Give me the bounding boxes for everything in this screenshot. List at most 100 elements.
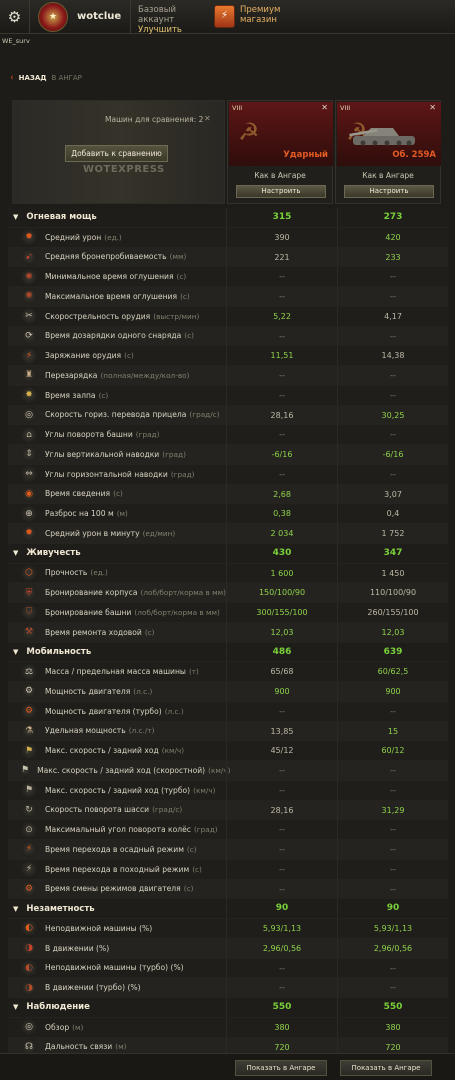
engine-power-icon: ⚙ xyxy=(21,683,37,700)
stat-label: Время залпа xyxy=(45,390,96,400)
stat-row: ♜ Перезарядка (полная/между/кол-во) -- -- xyxy=(8,366,448,386)
clan-emblem[interactable]: ★ xyxy=(38,1,68,32)
stat-row: ⛨ Бронирование корпуса (лоб/борт/корма в м… xyxy=(8,583,448,603)
rate-of-fire-icon: ✂ xyxy=(21,308,37,325)
stat-label: В движении (%) xyxy=(45,943,110,953)
stat-name-cell: ✸ Время залпа (с) xyxy=(8,386,226,405)
stat-value-2: -- xyxy=(337,978,448,997)
premium-shop-label-1: Премиум xyxy=(240,4,281,15)
hull-armor-icon: ⛨ xyxy=(21,584,37,601)
camo-moving-turbo-icon: ◑ xyxy=(21,979,37,996)
stat-row: ◐ Неподвижной машины (%) 5,93/1,13 5,93/1,1… xyxy=(8,919,448,939)
back-button[interactable]: ‹ НАЗАД В АНГАР xyxy=(10,73,82,83)
section-title: Незаметность xyxy=(26,903,95,914)
stat-unit: (лоб/борт/корма в мм) xyxy=(140,588,227,598)
stat-name-cell: ✺ Максимальное время оглушения (с) xyxy=(8,287,226,306)
stat-value-1: 2 034 xyxy=(226,524,337,543)
section-header[interactable]: ▼ Живучесть 430 347 xyxy=(8,543,448,564)
stat-value-1: 13,85 xyxy=(226,721,337,741)
gear-icon: ⚙ xyxy=(7,7,22,26)
account-status[interactable]: Базовый аккаунт Улучшить xyxy=(130,0,214,35)
stat-value-2: -- xyxy=(337,820,448,839)
stat-label: Удельная мощность xyxy=(45,726,126,736)
stat-name-cell: ⚖ Масса / предельная масса машины (т) xyxy=(8,662,226,681)
stat-label: Время дозарядки одного снаряда xyxy=(45,331,182,341)
stat-label: Разброс на 100 м xyxy=(45,509,114,519)
horizontal-aim-icon: ⇔ xyxy=(21,466,37,483)
stat-name-cell: ◑ В движении (%) xyxy=(8,939,226,958)
stat-label: Скорость гориз. перевода прицела xyxy=(45,410,187,420)
stat-row: ◑ В движении (%) 2,96/0,56 2,96/0,56 xyxy=(8,938,448,959)
stat-name-cell: ✹ Средний урон (ед.) xyxy=(8,228,226,247)
add-to-compare-button[interactable]: Добавить к сравнению xyxy=(65,145,168,162)
stat-label: Средняя бронепробиваемость xyxy=(45,252,167,262)
section-score-1: 90 xyxy=(226,899,337,918)
stat-value-2: -- xyxy=(337,879,448,899)
stat-value-2: 900 xyxy=(337,682,448,701)
hitpoints-icon: ⬡ xyxy=(21,564,37,581)
stat-label: Время сведения xyxy=(45,489,111,499)
stat-unit: (с) xyxy=(186,844,197,854)
chevron-down-icon: ▼ xyxy=(13,904,19,913)
camo-still-turbo-icon: ◐ xyxy=(21,959,37,976)
compare-count-value: 2 xyxy=(198,115,204,124)
stat-value-1: 2,96/0,56 xyxy=(226,938,337,958)
stat-name-cell: ◎ Скорость гориз. перевода прицела (град/с… xyxy=(8,406,226,425)
comparison-table: ▼ Огневая мощь 315 273 ✹ Средний урон (ед.) 390… xyxy=(8,208,448,1058)
show-in-hangar-button-1[interactable]: Показать в Ангаре xyxy=(235,1060,327,1076)
username[interactable]: wotclue xyxy=(77,11,130,22)
turret-armor-icon: ⛉ xyxy=(21,604,37,621)
speed-icon: ⚑ xyxy=(21,742,37,759)
stat-row: ✺ Минимальное время оглушения (с) -- -- xyxy=(8,267,448,287)
stat-row: ⊕ Разброс на 100 м (м) 0,38 0,4 xyxy=(8,504,448,524)
section-header[interactable]: ▼ Мобильность 486 639 xyxy=(8,642,448,663)
stat-unit: (т) xyxy=(188,667,199,677)
upgrade-link[interactable]: Улучшить xyxy=(138,25,214,35)
stat-value-2: -- xyxy=(337,385,448,405)
stat-name-cell: ◑ В движении (турбо) (%) xyxy=(8,978,226,997)
configure-button[interactable]: Настроить xyxy=(344,185,434,198)
section-title: Живучесть xyxy=(26,548,81,559)
section-score-2: 347 xyxy=(337,543,448,563)
chevron-down-icon: ▼ xyxy=(13,1003,19,1012)
premium-shop-button[interactable]: ⚡ Премиум магазин xyxy=(214,0,280,34)
remove-vehicle-icon[interactable]: ✕ xyxy=(429,103,436,112)
stat-value-1: 300/155/100 xyxy=(226,603,337,622)
stat-name-cell: ↻ Скорость поворота шасси (град/с) xyxy=(8,801,226,820)
section-header[interactable]: ▼ Наблюдение 550 550 xyxy=(8,998,448,1018)
stat-unit: (л.с./т) xyxy=(128,726,155,736)
section-title-cell: ▼ Наблюдение xyxy=(8,998,226,1017)
clear-compare-icon[interactable]: ✕ xyxy=(204,114,211,123)
stat-unit: (м) xyxy=(72,1022,84,1032)
stat-label: Время перехода в осадный режим xyxy=(45,844,184,854)
stat-label: Время ремонта ходовой xyxy=(45,627,142,637)
stat-name-cell: ◐ Неподвижной машины (турбо) (%) xyxy=(8,959,226,978)
stat-value-1: 12,03 xyxy=(226,622,337,642)
stat-row: ⚒ Время ремонта ходовой (с) 12,03 12,03 xyxy=(8,622,448,643)
repair-icon: ⚒ xyxy=(21,624,37,641)
stat-label: Скорость поворота шасси xyxy=(45,805,150,815)
section-score-1: 486 xyxy=(226,642,337,662)
section-title-cell: ▼ Мобильность xyxy=(8,643,226,662)
settings-button[interactable]: ⚙ xyxy=(0,0,30,34)
stat-name-cell: ⚙ Мощность двигателя (турбо) (л.с.) xyxy=(8,702,226,721)
stat-value-1: -- xyxy=(226,701,337,721)
stat-value-2: 30,25 xyxy=(337,405,448,425)
reload-icon: ⚡ xyxy=(21,347,37,364)
stat-name-cell: ♜ Перезарядка (полная/между/кол-во) xyxy=(8,366,226,385)
stat-value-1: -- xyxy=(226,761,337,780)
turret-angle-icon: ⌂ xyxy=(21,426,37,443)
section-header[interactable]: ▼ Незаметность 90 90 xyxy=(8,899,448,919)
remove-vehicle-icon[interactable]: ✕ xyxy=(321,103,328,112)
stat-row: ↻ Скорость поворота шасси (град/с) 28,16 31,… xyxy=(8,800,448,821)
show-in-hangar-button-2[interactable]: Показать в Ангаре xyxy=(340,1060,432,1076)
stat-value-1: 45/12 xyxy=(226,741,337,760)
stat-value-2: 380 xyxy=(337,1017,448,1037)
stat-unit: (град) xyxy=(193,825,218,835)
stat-value-1: 900 xyxy=(226,682,337,701)
stat-unit: (с) xyxy=(144,627,155,637)
section-score-2: 273 xyxy=(337,208,448,227)
stat-value-1: -- xyxy=(226,425,337,444)
section-header[interactable]: ▼ Огневая мощь 315 273 xyxy=(8,208,448,228)
configure-button[interactable]: Настроить xyxy=(236,185,326,198)
